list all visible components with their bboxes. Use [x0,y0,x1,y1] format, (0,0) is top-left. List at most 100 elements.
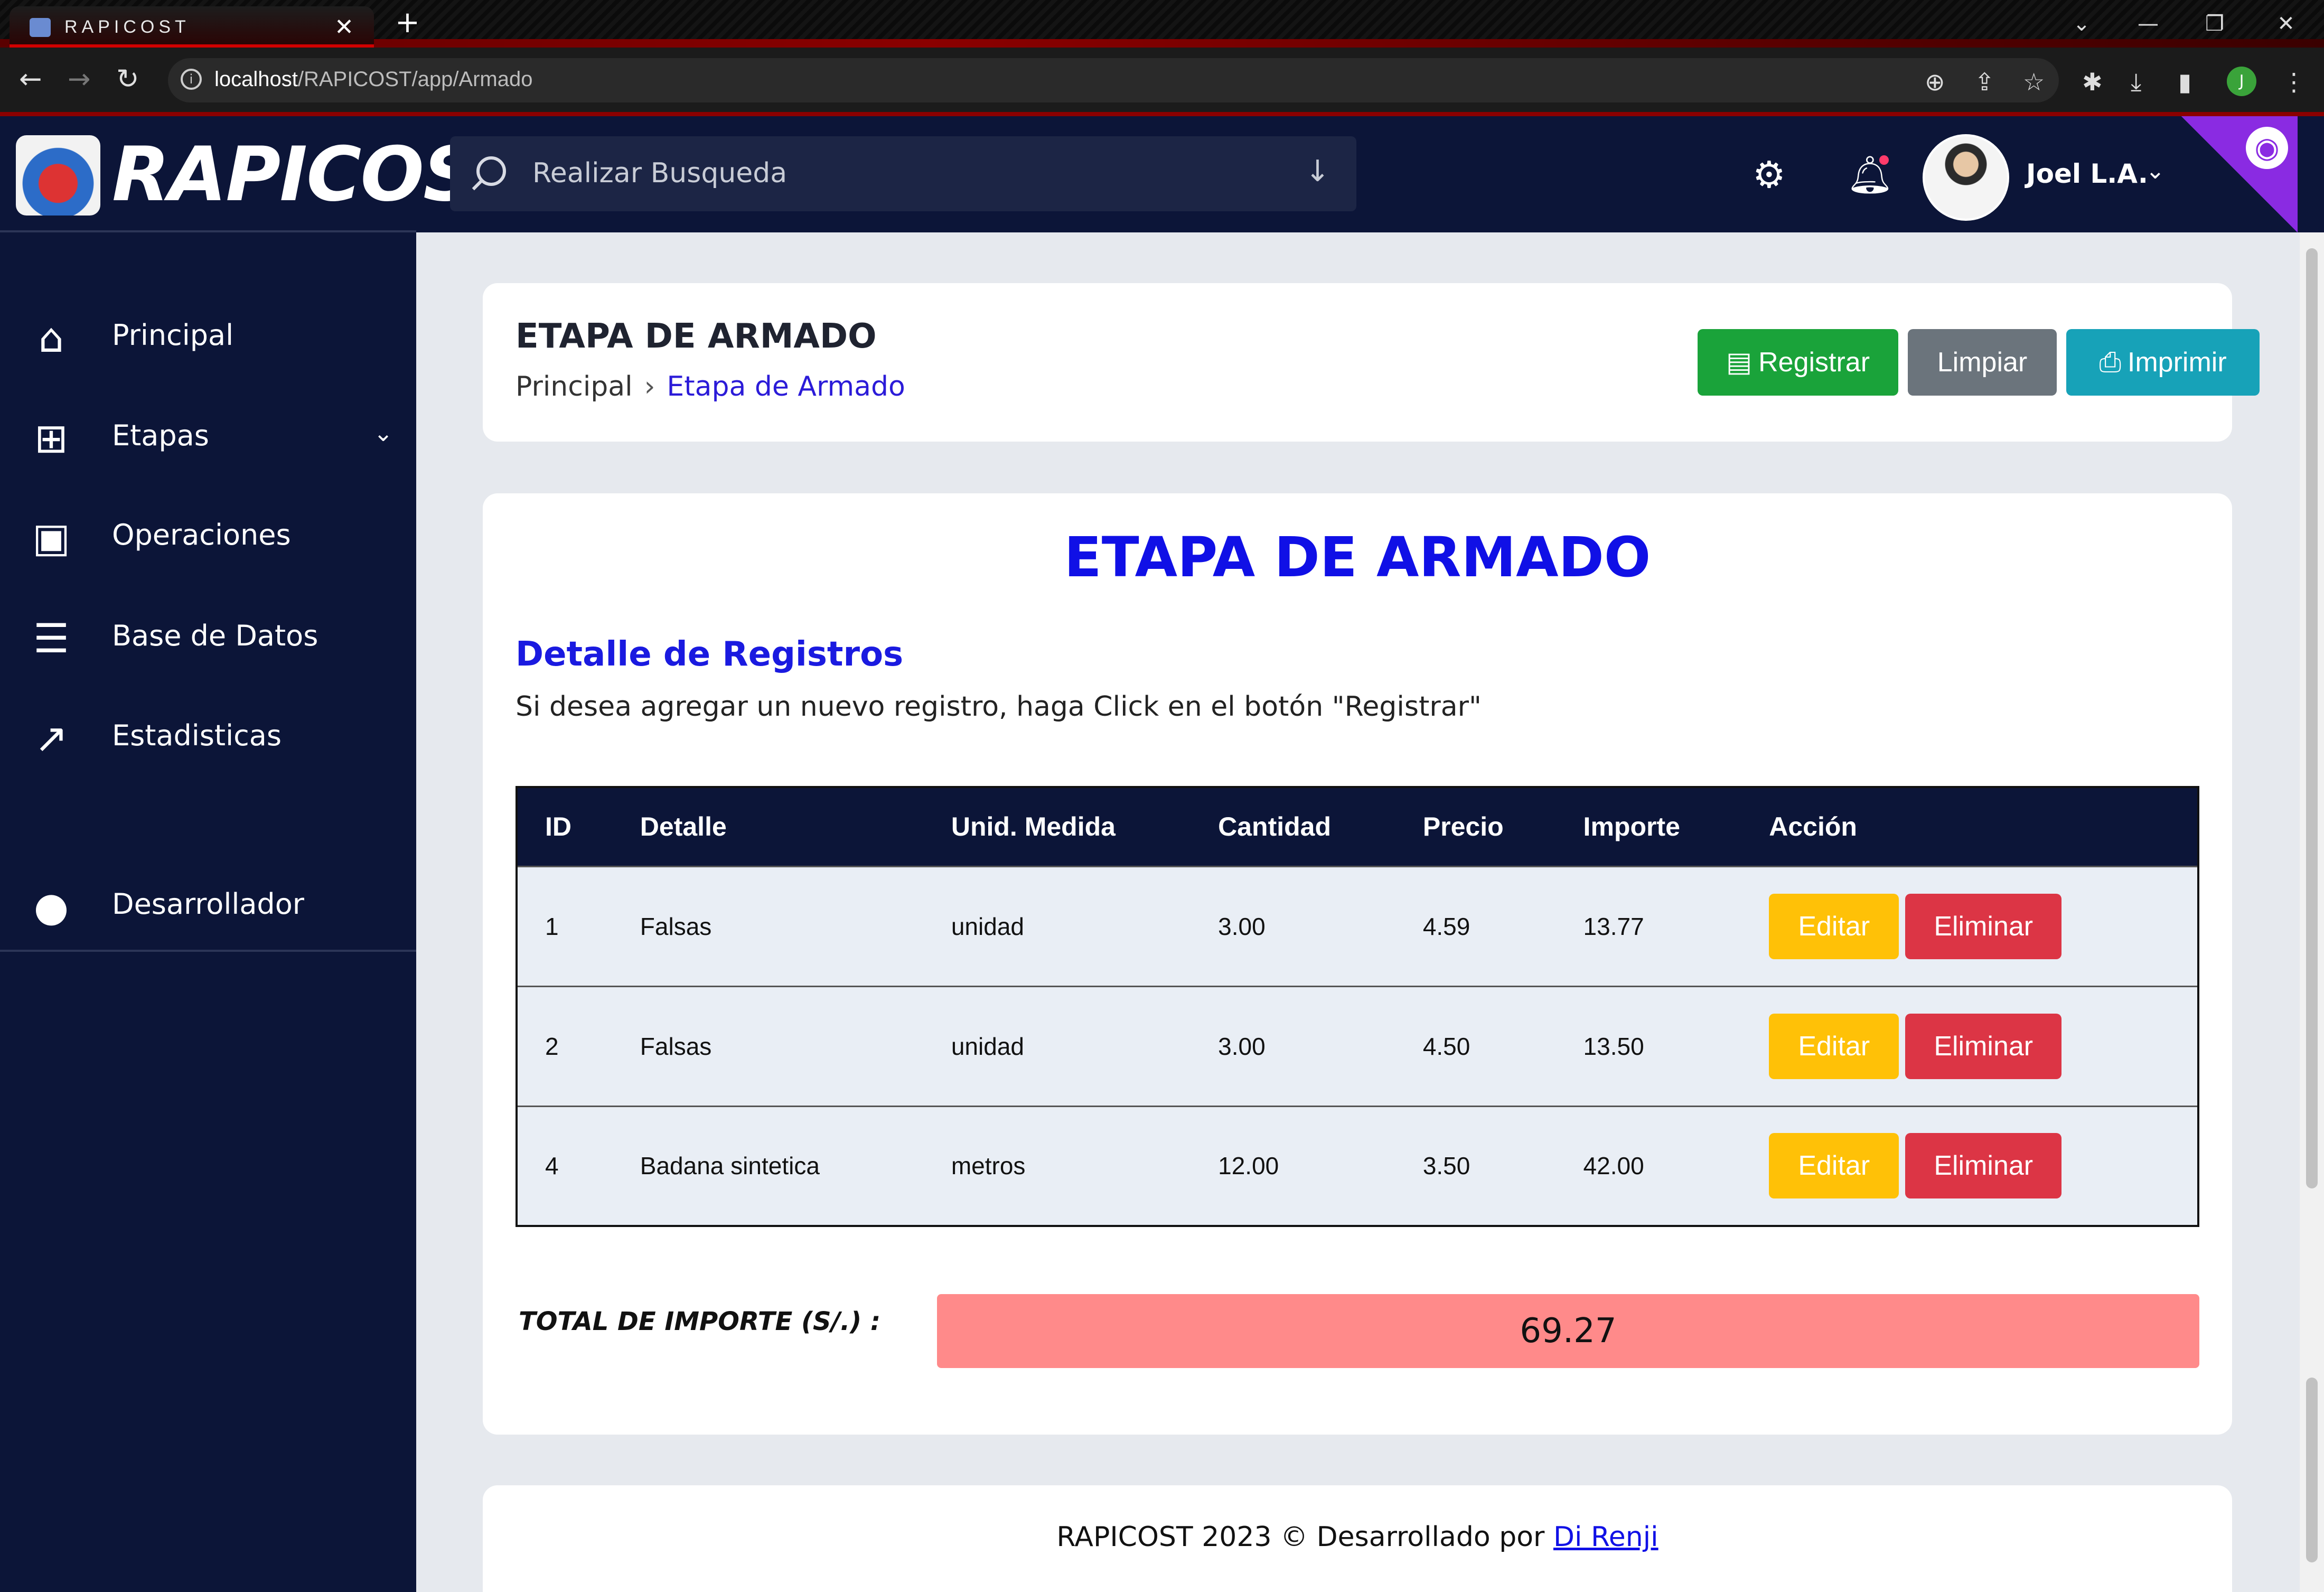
records-subtitle: Detalle de Registros [516,635,904,674]
cell-id: 4 [545,1152,559,1180]
scrollbar-thumb[interactable] [2306,248,2318,1188]
cell-actions: Editar Eliminar [1741,986,2198,1106]
site-info-icon[interactable]: i [181,69,202,90]
home-icon: ⌂ [38,314,64,361]
total-value: 69.27 [937,1294,2199,1368]
share-icon[interactable]: ⇪ [1974,68,1995,96]
database-icon: ☰ [33,615,70,662]
github-icon: ● [33,883,69,930]
column-header: Detalle [640,812,727,842]
cell-amount: 13.50 [1583,1032,1644,1060]
column-header: Acción [1769,812,1857,842]
footer-copyright: RAPICOST 2023 © Desarrollado por [1056,1521,1553,1553]
page-scrollbar[interactable] [2300,232,2324,1592]
extensions-icon[interactable]: ✱ [2082,68,2103,96]
cell-detail: Badana sintetica [640,1152,820,1180]
sidebar-item-base-de-datos[interactable]: ☰ Base de Datos [0,599,416,668]
delete-button[interactable]: Eliminar [1905,893,2062,959]
restore-icon[interactable]: ❐ [2181,0,2248,48]
chevron-down-icon[interactable]: ⌄ [373,420,393,447]
printer-icon: ⎙ [2099,347,2121,378]
edit-button[interactable]: Editar [1769,1133,1899,1199]
print-button-label: Imprimir [2127,347,2227,378]
records-card: ETAPA DE ARMADO Detalle de Registros Si … [483,493,2232,1435]
sitemap-icon: ⊞ [34,415,68,462]
clear-button[interactable]: Limpiar [1908,329,2057,396]
menu-kebab-icon[interactable]: ⋮ [2282,68,2306,96]
total-label: TOTAL DE IMPORTE (S/.) : [519,1307,881,1336]
favicon-icon [30,18,51,37]
user-name[interactable]: Joel L.A. [2026,158,2148,189]
register-button[interactable]: ▤ Registrar [1698,329,1898,396]
bookmark-star-icon[interactable]: ☆ [2023,68,2045,96]
footer-author-link[interactable]: Di Renji [1553,1521,1658,1553]
cell-actions: Editar Eliminar [1741,866,2198,986]
cell-id: 1 [545,912,559,940]
profile-avatar[interactable]: J [2227,67,2256,96]
sidebar-item-operaciones[interactable]: ▣ Operaciones [0,498,416,567]
section-title: ETAPA DE ARMADO [1064,525,1651,589]
search-input[interactable] [532,152,1219,194]
sidebar-item-estadisticas[interactable]: ↗ Estadisticas [0,699,416,767]
github-corner[interactable]: ◉ [2181,116,2298,232]
new-tab-icon[interactable]: + [395,5,420,40]
sidebar-divider [0,230,416,232]
sidebar-item-label: Etapas [112,419,209,452]
browser-toolbar: ← → ↻ i localhost/RAPICOST/app/Armado ⊕ … [0,48,2324,116]
clear-button-label: Limpiar [1937,347,2028,378]
cell-amount: 42.00 [1583,1152,1644,1180]
forward-icon[interactable]: → [68,63,91,95]
download-icon[interactable]: ⤓ [2131,68,2141,97]
side-panel-icon[interactable]: ▮ [2178,68,2191,96]
zoom-icon[interactable]: ⊕ [1925,68,1945,96]
chevron-down-icon[interactable]: ⌄ [2145,157,2165,184]
address-bar[interactable]: i localhost/RAPICOST/app/Armado [168,58,2059,102]
cell-quantity: 12.00 [1218,1152,1279,1180]
page-header-card: ETAPA DE ARMADO Principal › Etapa de Armad… [483,283,2260,442]
edit-button[interactable]: Editar [1769,1013,1899,1079]
delete-button[interactable]: Eliminar [1905,1133,2062,1199]
delete-button[interactable]: Eliminar [1905,1013,2062,1079]
footer-card: RAPICOST 2023 © Desarrollado por Di Renj… [483,1485,2232,1592]
gear-icon[interactable]: ⚙ [1753,153,1786,196]
browser-tab[interactable]: RAPICOST ✕ [10,6,374,48]
column-header: ID [545,812,571,842]
breadcrumb: Principal › Etapa de Armado [516,371,905,402]
records-description: Si desea agregar un nuevo registro, haga… [516,691,1482,723]
breadcrumb-current[interactable]: Etapa de Armado [667,371,905,402]
sidebar-item-principal[interactable]: ⌂ Principal [0,298,416,367]
back-icon[interactable]: ← [19,63,42,95]
sidebar-item-etapas[interactable]: ⊞ Etapas ⌄ [0,399,416,467]
sidebar-divider [0,950,416,952]
file-icon: ▤ [1726,347,1753,378]
chevron-right-icon: › [644,371,655,402]
sidebar-item-label: Estadisticas [112,719,282,752]
scrollbar-thumb[interactable] [2306,1378,2318,1562]
breadcrumb-home[interactable]: Principal [516,371,633,402]
minimize-icon[interactable]: — [2115,0,2181,48]
sidebar-item-label: Base de Datos [112,619,318,652]
sidebar-item-label: Operaciones [112,518,291,551]
cell-unit: unidad [951,912,1024,940]
tab-close-icon[interactable]: ✕ [334,14,354,41]
cell-detail: Falsas [640,1032,712,1060]
avatar[interactable] [1923,134,2009,221]
table-row: 4 Badana sintetica metros 12.00 3.50 42.… [517,1106,2198,1226]
column-header: Importe [1583,812,1680,842]
arrow-down-icon[interactable]: ↓ [1305,154,1330,189]
column-header: Unid. Medida [951,812,1116,842]
records-table: ID Detalle Unid. Medida Cantidad Precio … [516,786,2199,1227]
cell-quantity: 3.00 [1218,1032,1266,1060]
sidebar-item-desarrollador[interactable]: ● Desarrollador [0,867,416,936]
edit-button[interactable]: Editar [1769,893,1899,959]
tab-search-icon[interactable]: ⌄ [2048,0,2115,48]
print-button[interactable]: ⎙ Imprimir [2066,329,2260,396]
window-close-icon[interactable]: ✕ [2248,0,2324,48]
tab-title: RAPICOST [64,17,190,37]
search-bar: ↓ [450,136,1356,211]
page-title: ETAPA DE ARMADO [516,317,877,356]
sidebar-item-label: Principal [112,319,234,352]
cell-price: 4.50 [1422,1032,1470,1060]
search-icon [476,156,506,186]
reload-icon[interactable]: ↻ [116,63,139,95]
